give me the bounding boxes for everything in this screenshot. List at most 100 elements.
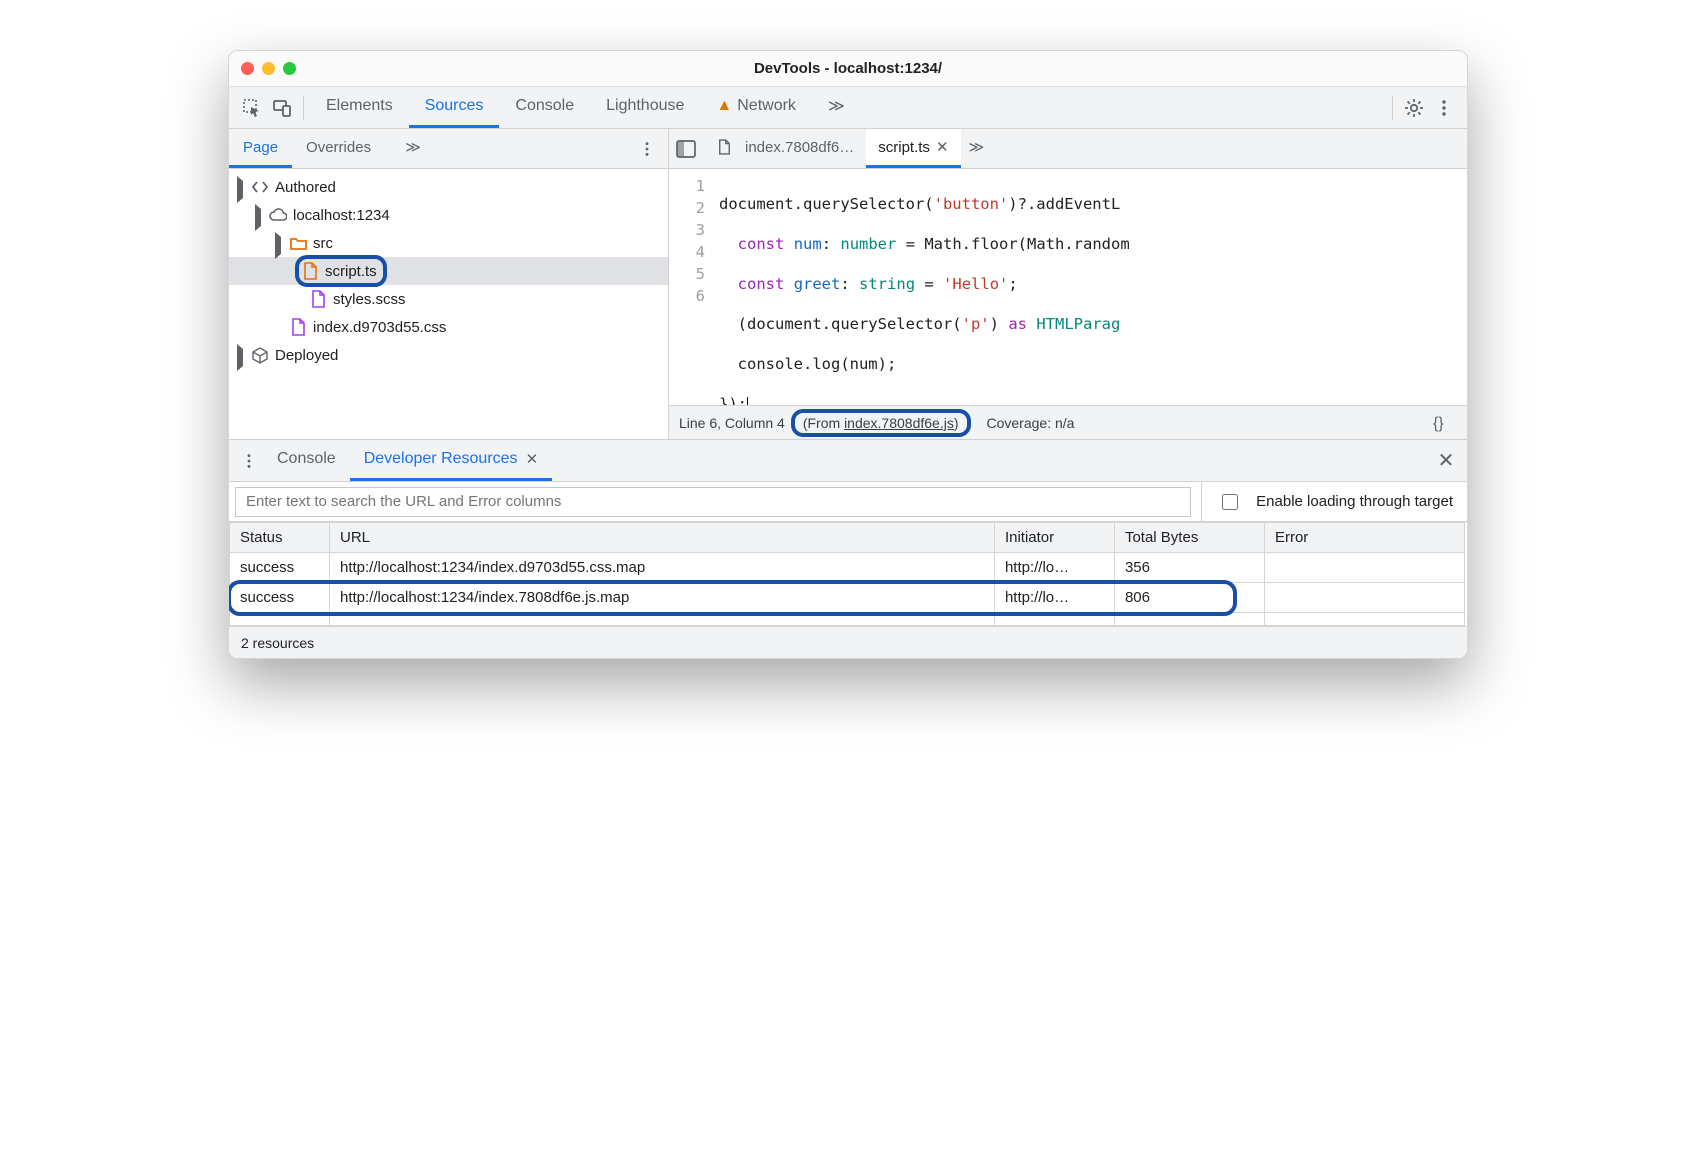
tab-label: Lighthouse (606, 97, 684, 115)
cell-status: success (230, 583, 330, 613)
resource-count: 2 resources (241, 635, 314, 651)
code-editor[interactable]: 1 2 3 4 5 6 document.querySelector('butt… (669, 169, 1467, 405)
tab-console[interactable]: Console (499, 87, 590, 128)
tab-label: Console (277, 450, 336, 468)
drawer-kebab-icon[interactable] (235, 453, 263, 469)
table-row-empty (230, 613, 1467, 626)
drawer: Console Developer Resources ✕ ✕ Enable l… (229, 439, 1467, 658)
tab-label: index.7808df6… (745, 139, 854, 156)
main-toolbar: Elements Sources Console Lighthouse ▲ Ne… (229, 87, 1467, 129)
sourcemap-origin-callout[interactable]: (From index.7808df6e.js) (791, 409, 971, 437)
col-error[interactable]: Error (1264, 523, 1464, 553)
editor-tabs: index.7808df6… script.ts ✕ ≫ (669, 129, 1467, 169)
devtools-window: DevTools - localhost:1234/ Elements Sour… (228, 50, 1468, 659)
twisty-icon (237, 176, 243, 203)
col-status[interactable]: Status (230, 523, 330, 553)
tree-label: index.d9703d55.css (313, 319, 446, 336)
callout-highlight: script.ts (295, 255, 387, 287)
tree-label: localhost:1234 (293, 207, 390, 224)
coverage-status: Coverage: n/a (987, 415, 1075, 431)
cell-error (1264, 553, 1464, 583)
inspect-element-icon[interactable] (237, 93, 267, 123)
tree-file-styles[interactable]: styles.scss (229, 285, 668, 313)
drawer-close-button[interactable]: ✕ (1431, 448, 1461, 473)
enable-target-toggle[interactable]: Enable loading through target (1201, 482, 1467, 521)
tab-label: Network (737, 97, 796, 115)
device-toolbar-icon[interactable] (267, 93, 297, 123)
tab-label: Sources (425, 97, 484, 115)
tree-label: src (313, 235, 333, 252)
line-number: 4 (669, 241, 705, 263)
svg-text:{}: {} (1433, 415, 1444, 432)
cell-error (1264, 583, 1464, 613)
cursor-position: Line 6, Column 4 (679, 415, 785, 431)
kebab-menu-icon[interactable] (1429, 93, 1459, 123)
tree-label: styles.scss (333, 291, 406, 308)
tab-label: Page (243, 139, 278, 156)
navigator-kebab-icon[interactable] (632, 134, 662, 164)
tab-sources[interactable]: Sources (409, 87, 500, 128)
twisty-icon (237, 344, 243, 371)
twisty-icon (255, 204, 261, 231)
table-row[interactable]: success http://localhost:1234/index.7808… (230, 583, 1467, 613)
pretty-print-icon[interactable]: {} (1433, 414, 1457, 432)
editor-tabs-overflow[interactable]: ≫ (961, 129, 993, 168)
checkbox-label: Enable loading through target (1256, 493, 1453, 510)
nav-tab-overrides[interactable]: Overrides (292, 129, 385, 168)
nav-tab-page[interactable]: Page (229, 129, 292, 168)
line-number: 3 (669, 219, 705, 241)
tabs-overflow-button[interactable]: ≫ (812, 87, 861, 128)
cell-initiator: http://lo… (994, 583, 1114, 613)
file-icon (309, 290, 327, 308)
close-icon[interactable]: ✕ (936, 138, 949, 156)
tree-host[interactable]: localhost:1234 (229, 201, 668, 229)
navigator-tabs: Page Overrides ≫ (229, 129, 668, 169)
close-icon[interactable]: ✕ (526, 450, 539, 468)
sourcemap-link[interactable]: index.7808df6e.js (844, 415, 954, 431)
table-row[interactable]: success http://localhost:1234/index.d970… (230, 553, 1467, 583)
drawer-status-bar: 2 resources (229, 626, 1467, 658)
editor-tab-inactive[interactable]: index.7808df6… (703, 129, 866, 168)
tree-authored[interactable]: Authored (229, 173, 668, 201)
tab-label: Elements (326, 97, 393, 115)
tree-file-script[interactable]: script.ts (229, 257, 668, 285)
tab-elements[interactable]: Elements (310, 87, 409, 128)
drawer-tab-console[interactable]: Console (263, 440, 350, 481)
titlebar: DevTools - localhost:1234/ (229, 51, 1467, 87)
tree-file-css[interactable]: index.d9703d55.css (229, 313, 668, 341)
folder-icon (289, 234, 307, 252)
tab-label: Overrides (306, 139, 371, 156)
from-prefix: (From (803, 415, 844, 431)
sources-main: Page Overrides ≫ Authored localhost:1234 (229, 129, 1467, 439)
cell-url: http://localhost:1234/index.d9703d55.css… (330, 553, 995, 583)
drawer-tab-devresources[interactable]: Developer Resources ✕ (350, 440, 552, 481)
cell-url: http://localhost:1234/index.7808df6e.js.… (330, 583, 995, 613)
file-tree[interactable]: Authored localhost:1234 src script.ts (229, 169, 668, 439)
code-icon (251, 178, 269, 196)
tab-label: Console (515, 97, 574, 115)
col-url[interactable]: URL (330, 523, 995, 553)
tree-label: Deployed (275, 347, 338, 364)
cloud-icon (269, 206, 287, 224)
col-initiator[interactable]: Initiator (994, 523, 1114, 553)
settings-icon[interactable] (1399, 93, 1429, 123)
tree-deployed[interactable]: Deployed (229, 341, 668, 369)
editor-tab-active[interactable]: script.ts ✕ (866, 129, 960, 168)
search-input[interactable] (235, 487, 1191, 517)
toggle-navigator-icon[interactable] (669, 140, 703, 158)
col-bytes[interactable]: Total Bytes (1114, 523, 1264, 553)
tree-src-folder[interactable]: src (229, 229, 668, 257)
cell-initiator: http://lo… (994, 553, 1114, 583)
tree-label: script.ts (325, 263, 377, 280)
tab-network[interactable]: ▲ Network (700, 87, 812, 128)
tab-lighthouse[interactable]: Lighthouse (590, 87, 700, 128)
cell-bytes: 806 (1114, 583, 1264, 613)
enable-target-checkbox[interactable] (1222, 494, 1238, 510)
cell-status: success (230, 553, 330, 583)
nav-tabs-overflow[interactable]: ≫ (391, 129, 435, 168)
line-number: 1 (669, 175, 705, 197)
twisty-icon (275, 232, 281, 259)
code-content: document.querySelector('button')?.addEve… (715, 169, 1467, 405)
line-number: 5 (669, 263, 705, 285)
line-number: 6 (669, 285, 705, 307)
